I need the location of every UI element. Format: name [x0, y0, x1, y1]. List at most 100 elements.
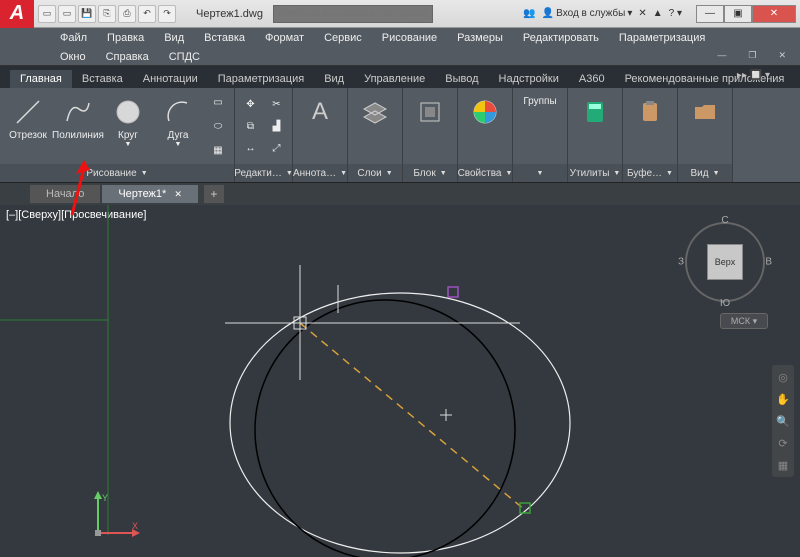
layers-button[interactable] [351, 92, 399, 164]
tab-param[interactable]: Параметризация [208, 70, 314, 88]
ribbon-focus-icon[interactable]: ▸▸ 🔲 ▾ [737, 70, 770, 81]
panel-modify-label[interactable]: Редакти…▼ [235, 164, 292, 182]
hatch-icon[interactable]: ▦ [206, 141, 230, 163]
tab-insert[interactable]: Вставка [72, 70, 133, 88]
menu-view[interactable]: Вид [154, 30, 194, 46]
wcs-dropdown[interactable]: МСК ▾ [720, 313, 768, 329]
showmotion-icon[interactable]: ▦ [775, 457, 791, 473]
a360-icon[interactable]: ▲ [653, 8, 663, 19]
groups-button[interactable]: Группы [516, 92, 564, 164]
search-input[interactable] [273, 5, 433, 23]
menu-service[interactable]: Сервис [314, 30, 372, 46]
utils-button[interactable] [571, 92, 619, 164]
panel-block-label[interactable]: Блок▼ [403, 164, 457, 182]
arc-button[interactable]: Дуга▼ [154, 92, 202, 164]
document-tabs: Начало Чертеж1*✕ + [0, 183, 800, 205]
view-cube[interactable]: Верх С Ю В З [680, 217, 770, 307]
compass-west[interactable]: З [678, 257, 684, 268]
panel-utils-label[interactable]: Утилиты▼ [568, 164, 622, 182]
maximize-button[interactable]: ▣ [724, 5, 752, 23]
tab-drawing1[interactable]: Чертеж1*✕ [102, 185, 198, 203]
menu-dims[interactable]: Размеры [447, 30, 513, 46]
menu-help[interactable]: Справка [96, 50, 159, 64]
steering-wheel-icon[interactable]: ◎ [775, 369, 791, 385]
line-button[interactable]: Отрезок [4, 92, 52, 164]
panel-draw-label[interactable]: Рисование▼ [0, 164, 234, 182]
menu-draw[interactable]: Рисование [372, 30, 447, 46]
menu-modify[interactable]: Редактировать [513, 30, 609, 46]
panel-block: Блок▼ [403, 88, 458, 182]
panel-draw: Отрезок Полилиния Круг▼ Дуга▼ ▭ ⬭ ▦ Рисо… [0, 88, 235, 182]
panel-layers-label[interactable]: Слои▼ [348, 164, 402, 182]
save-icon[interactable]: 💾 [78, 5, 96, 23]
paste-button[interactable] [626, 92, 674, 164]
tab-a360[interactable]: A360 [569, 70, 615, 88]
sign-in-button[interactable]: 👤 Вход в службы ▾ [542, 8, 633, 19]
redo-icon[interactable]: ↷ [158, 5, 176, 23]
copy-icon[interactable]: ⧉ [239, 117, 263, 139]
infocenter-icon[interactable]: 👥 [523, 8, 535, 19]
menu-format[interactable]: Формат [255, 30, 314, 46]
ucs-icon: Y X [90, 491, 140, 541]
menu-param[interactable]: Параметризация [609, 30, 715, 46]
mirror-icon[interactable]: ▟ [265, 117, 289, 139]
rectangle-icon[interactable]: ▭ [206, 93, 230, 115]
scale-icon[interactable]: ⤢ [265, 139, 289, 161]
panel-modify: ✥ ✂ ⧉ ▟ ↔ ⤢ Редакти…▼ [235, 88, 293, 182]
block-button[interactable] [406, 92, 454, 164]
block-icon [414, 96, 446, 128]
circle-button[interactable]: Круг▼ [104, 92, 152, 164]
panel-view-label[interactable]: Вид▼ [678, 164, 732, 182]
tab-view[interactable]: Вид [314, 70, 354, 88]
mdi-minimize-icon[interactable]: — [707, 49, 736, 62]
clipboard-icon [634, 96, 666, 128]
svg-text:Y: Y [102, 493, 108, 503]
menu-file[interactable]: Файл [50, 30, 97, 46]
tab-addins[interactable]: Надстройки [489, 70, 569, 88]
drawing-viewport[interactable]: [–][Сверху][Просвечивание] Y X [0, 205, 800, 557]
title-bar: A ▭ ▭ 💾 ⎘ ⎙ ↶ ↷ Чертеж1.dwg 👥 👤 Вход в с… [0, 0, 800, 28]
app-logo[interactable]: A [0, 0, 34, 28]
saveas-icon[interactable]: ⎘ [98, 5, 116, 23]
minimize-button[interactable]: — [696, 5, 724, 23]
panel-props-label[interactable]: Свойства▼ [458, 164, 512, 182]
tab-home[interactable]: Главная [10, 70, 72, 88]
quick-access-toolbar: ▭ ▭ 💾 ⎘ ⎙ ↶ ↷ [38, 5, 176, 23]
menu-insert[interactable]: Вставка [194, 30, 255, 46]
exchange-icon[interactable]: ✕ [638, 8, 646, 19]
tab-manage[interactable]: Управление [354, 70, 435, 88]
mdi-restore-icon[interactable]: ❐ [738, 49, 766, 62]
new-icon[interactable]: ▭ [38, 5, 56, 23]
tab-annotations[interactable]: Аннотации [133, 70, 208, 88]
menu-spds[interactable]: СПДС [159, 50, 210, 64]
new-tab-button[interactable]: + [204, 185, 224, 203]
compass-south[interactable]: Ю [720, 298, 730, 309]
view-button[interactable] [681, 92, 729, 164]
close-button[interactable]: ✕ [752, 5, 796, 23]
menu-window[interactable]: Окно [50, 50, 96, 64]
close-tab-icon[interactable]: ✕ [174, 189, 182, 200]
zoom-icon[interactable]: 🔍 [775, 413, 791, 429]
tab-output[interactable]: Вывод [435, 70, 488, 88]
orbit-icon[interactable]: ⟳ [775, 435, 791, 451]
help-icon[interactable]: ? ▾ [669, 8, 682, 19]
open-icon[interactable]: ▭ [58, 5, 76, 23]
print-icon[interactable]: ⎙ [118, 5, 136, 23]
menu-edit[interactable]: Правка [97, 30, 154, 46]
compass-east[interactable]: В [765, 257, 772, 268]
panel-groups-label[interactable]: ▼ [513, 164, 567, 182]
trim-icon[interactable]: ✂ [265, 95, 289, 117]
panel-clipboard-label[interactable]: Буфе…▼ [623, 164, 677, 182]
move-icon[interactable]: ✥ [239, 95, 263, 117]
undo-icon[interactable]: ↶ [138, 5, 156, 23]
compass-north[interactable]: С [721, 215, 728, 226]
pan-icon[interactable]: ✋ [775, 391, 791, 407]
text-button[interactable]: A [296, 92, 344, 164]
stretch-icon[interactable]: ↔ [239, 139, 263, 161]
polyline-button[interactable]: Полилиния [54, 92, 102, 164]
mdi-close-icon[interactable]: ✕ [768, 49, 796, 62]
props-button[interactable] [461, 92, 509, 164]
panel-annot-label[interactable]: Аннота…▼ [293, 164, 347, 182]
ellipse-icon[interactable]: ⬭ [206, 117, 230, 139]
panel-layers: Слои▼ [348, 88, 403, 182]
